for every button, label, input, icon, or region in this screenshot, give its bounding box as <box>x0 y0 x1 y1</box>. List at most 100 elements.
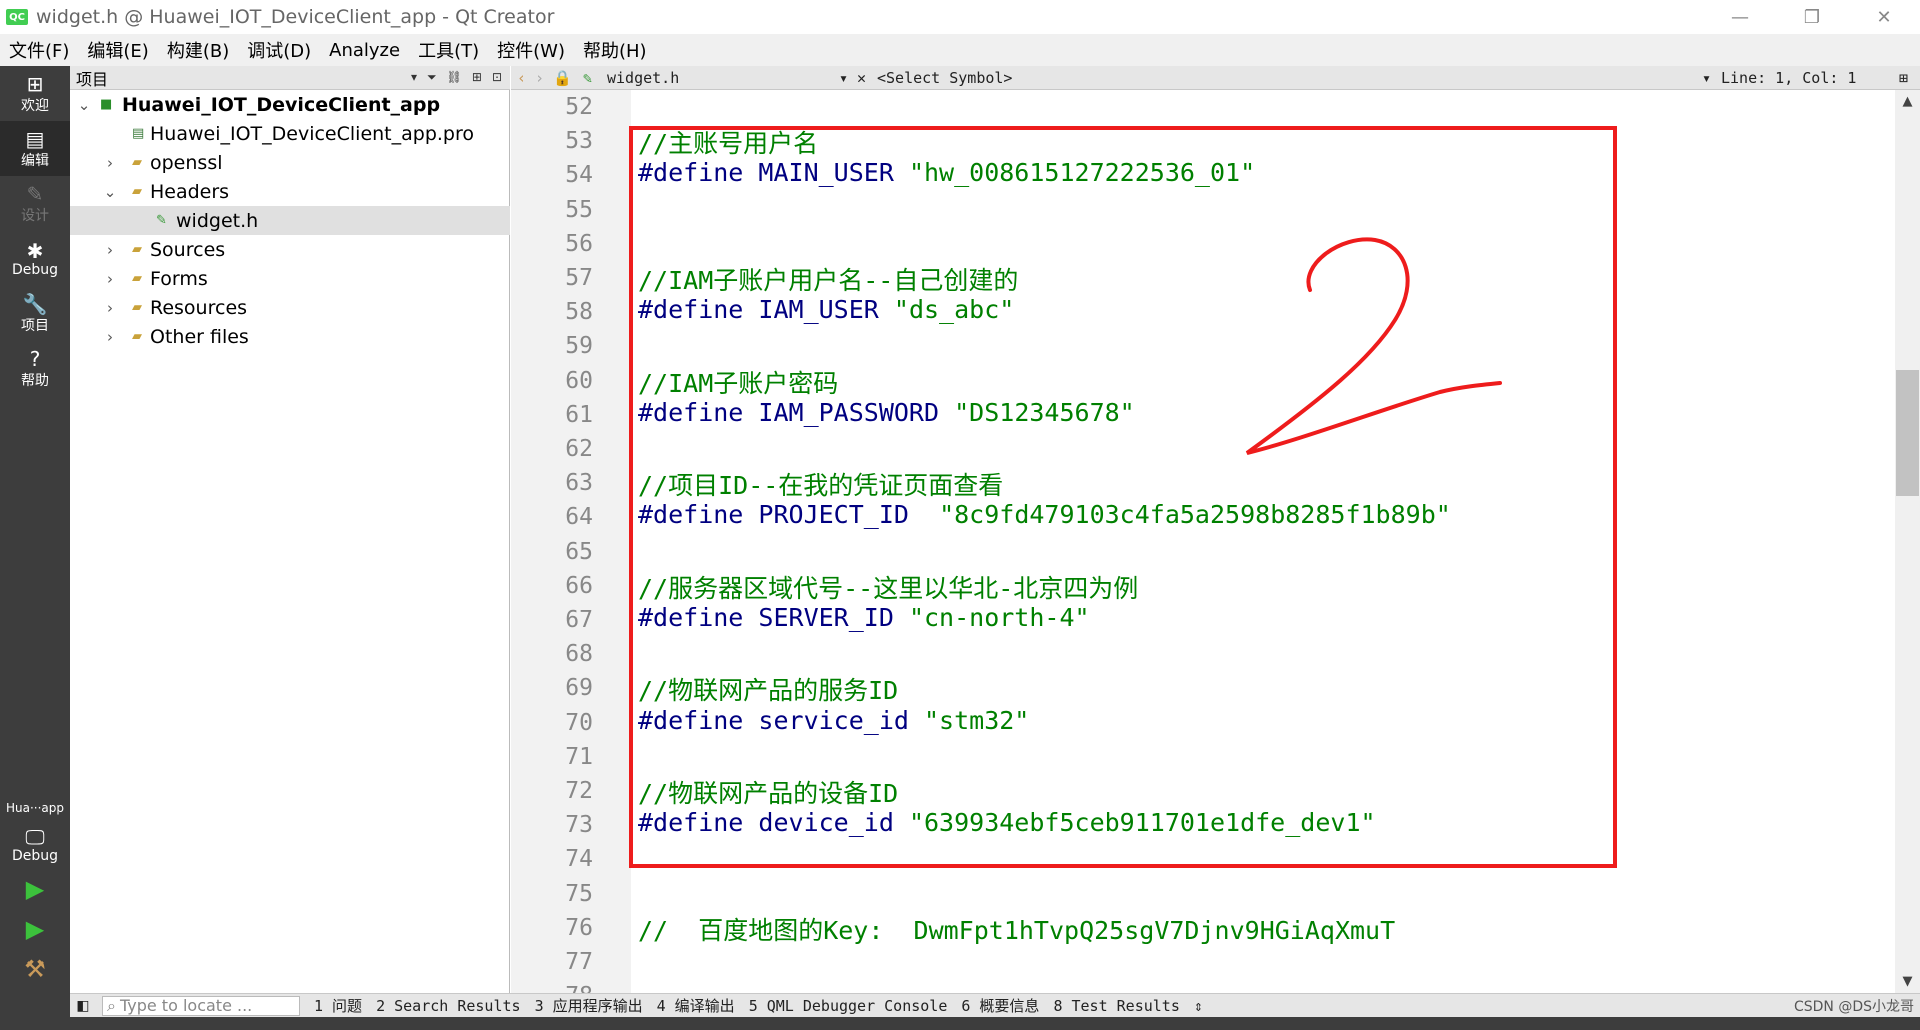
tab-general-messages[interactable]: 6 概要信息 <box>961 995 1039 1016</box>
qt-creator-icon: QC <box>6 9 28 25</box>
project-icon: ■ <box>100 97 113 112</box>
line-number: 60 <box>565 367 593 394</box>
pen-icon: ✎ <box>26 181 44 206</box>
minimize-button[interactable]: — <box>1704 0 1776 34</box>
document-icon: ▤ <box>25 126 45 151</box>
chevron-right-icon[interactable]: › <box>102 241 118 259</box>
close-panel-icon[interactable]: ⊡ <box>492 70 502 85</box>
tab-qml-debugger[interactable]: 5 QML Debugger Console <box>749 997 948 1015</box>
restore-icon: ❐ <box>1803 6 1821 28</box>
mode-help[interactable]: ? 帮助 <box>0 341 70 396</box>
mode-edit[interactable]: ▤ 编辑 <box>0 121 70 176</box>
mode-welcome[interactable]: ⊞ 欢迎 <box>0 66 70 121</box>
tab-test-results[interactable]: 8 Test Results <box>1053 997 1179 1015</box>
symbol-dropdown-icon[interactable]: ▾ <box>1702 69 1711 87</box>
bug-icon: ✱ <box>26 238 44 263</box>
line-number: 72 <box>565 778 593 804</box>
tree-item-forms[interactable]: › ▰ Forms <box>70 264 510 293</box>
line-number: 66 <box>565 572 593 599</box>
locator-placeholder: Type to locate ... <box>119 996 253 1015</box>
forward-arrow-icon[interactable]: › <box>535 69 544 87</box>
cursor-position: Line: 1, Col: 1 <box>1721 69 1857 87</box>
project-tree: ⌄ ■ Huawei_IOT_DeviceClient_app ▤ Huawei… <box>70 90 510 993</box>
monitor-icon: 🖵 <box>25 825 45 849</box>
tab-application-output[interactable]: 3 应用程序输出 <box>535 995 643 1016</box>
line-number: 64 <box>565 504 593 531</box>
menu-tools[interactable]: 工具(T) <box>409 37 488 63</box>
menu-edit[interactable]: 编辑(E) <box>78 37 157 63</box>
vertical-scrollbar[interactable]: ▲ ▼ <box>1895 90 1920 993</box>
tree-item-other-files[interactable]: › ▰ Other files <box>70 322 510 351</box>
chevron-down-icon[interactable]: ⌄ <box>102 183 118 201</box>
header-file-icon: ✎ <box>583 69 593 87</box>
chevron-right-icon[interactable]: › <box>102 270 118 288</box>
mode-projects[interactable]: 🔧 项目 <box>0 286 70 341</box>
tree-item-pro-file[interactable]: ▤ Huawei_IOT_DeviceClient_app.pro <box>70 119 510 148</box>
close-document-icon[interactable]: ✕ <box>857 69 866 87</box>
menu-analyze[interactable]: Analyze <box>320 40 409 61</box>
menu-build[interactable]: 构建(B) <box>158 37 238 63</box>
chevron-right-icon[interactable]: › <box>102 154 118 172</box>
mode-label: 欢迎 <box>21 97 49 114</box>
mode-debug[interactable]: ✱ Debug <box>0 231 70 286</box>
filter-icon[interactable]: ⏷ <box>427 70 437 85</box>
chevron-right-icon[interactable]: › <box>102 328 118 346</box>
split-editor-icon[interactable]: ⊞ <box>1899 69 1908 87</box>
chevron-right-icon[interactable]: › <box>102 299 118 317</box>
debug-play-icon: ▶ <box>25 915 45 943</box>
symbol-selector[interactable]: <Select Symbol> <box>877 69 1012 87</box>
pro-file-icon: ▤ <box>132 126 145 141</box>
tree-item-resources[interactable]: › ▰ Resources <box>70 293 510 322</box>
line-number: 74 <box>565 846 593 873</box>
tab-search-results[interactable]: 2 Search Results <box>376 997 521 1015</box>
folder-icon: ▰ <box>132 242 142 257</box>
build-button[interactable]: ⚒ <box>0 949 70 989</box>
line-number: 57 <box>565 265 593 291</box>
chevron-down-icon[interactable]: ⌄ <box>76 96 92 114</box>
kit-selector-label: Hua···app <box>5 801 64 815</box>
tree-item-headers[interactable]: ⌄ ▰ Headers <box>70 177 510 206</box>
folder-icon: ▰ <box>132 329 142 344</box>
line-number: 62 <box>565 436 593 462</box>
close-icon: ✕ <box>1876 6 1892 28</box>
code-line: // 百度地图的Key: DwmFpt1hTvpQ25sgV7Djnv9HGiA… <box>638 911 1395 947</box>
hammer-icon: ⚒ <box>24 955 46 983</box>
file-dropdown-icon[interactable]: ▾ <box>839 69 848 87</box>
tree-item-sources[interactable]: › ▰ Sources <box>70 235 510 264</box>
kit-mode-label: Debug <box>11 848 59 864</box>
locator-input[interactable]: ⌕ Type to locate ... <box>102 995 300 1016</box>
back-arrow-icon[interactable]: ‹ <box>517 69 526 87</box>
toggle-sidebar-icon[interactable]: ◧ <box>70 995 96 1017</box>
kit-selector[interactable]: 🖵 Debug <box>0 821 70 869</box>
menu-widgets[interactable]: 控件(W) <box>488 37 574 63</box>
menu-file[interactable]: 文件(F) <box>0 37 78 63</box>
restore-button[interactable]: ❐ <box>1776 0 1848 34</box>
file-selector[interactable]: widget.h <box>607 69 679 87</box>
debug-run-button[interactable]: ▶ <box>0 909 70 949</box>
link-icon[interactable]: ⛓ <box>447 70 462 85</box>
line-number: 68 <box>565 641 593 668</box>
scroll-down-icon[interactable]: ▼ <box>1895 974 1920 989</box>
tree-item-project[interactable]: ⌄ ■ Huawei_IOT_DeviceClient_app <box>70 90 510 119</box>
tree-item-openssl[interactable]: › ▰ openssl <box>70 148 510 177</box>
menu-debug[interactable]: 调试(D) <box>238 37 320 63</box>
code-comment: // 百度地图的Key: DwmFpt1hTvpQ25sgV7Djnv9HGiA… <box>638 915 1396 945</box>
editor-toolbar: ‹ › 🔒 ✎ widget.h ▾ ✕ <Select Symbol> ▾ L… <box>511 66 1920 90</box>
tree-item-widget-h[interactable]: ✎ widget.h <box>70 206 510 235</box>
menu-help[interactable]: 帮助(H) <box>574 37 656 63</box>
mode-design[interactable]: ✎ 设计 <box>0 176 70 231</box>
project-panel-title: 项目 <box>76 69 109 89</box>
line-number: 70 <box>565 709 593 736</box>
tab-more-icon[interactable]: ⇕ <box>1194 997 1203 1015</box>
scroll-up-icon[interactable]: ▲ <box>1895 94 1920 109</box>
chevron-down-icon[interactable]: ▾ <box>411 70 417 85</box>
play-icon: ▶ <box>25 875 45 903</box>
tab-issues[interactable]: 1 问题 <box>314 995 362 1016</box>
run-button[interactable]: ▶ <box>0 869 70 909</box>
split-icon[interactable]: ⊞ <box>472 70 482 85</box>
window-title: widget.h @ Huawei_IOT_DeviceClient_app -… <box>36 6 555 28</box>
close-button[interactable]: ✕ <box>1848 0 1920 34</box>
scrollbar-thumb[interactable] <box>1896 370 1919 496</box>
line-number: 61 <box>565 401 593 428</box>
tab-compile-output[interactable]: 4 编译输出 <box>657 995 735 1016</box>
